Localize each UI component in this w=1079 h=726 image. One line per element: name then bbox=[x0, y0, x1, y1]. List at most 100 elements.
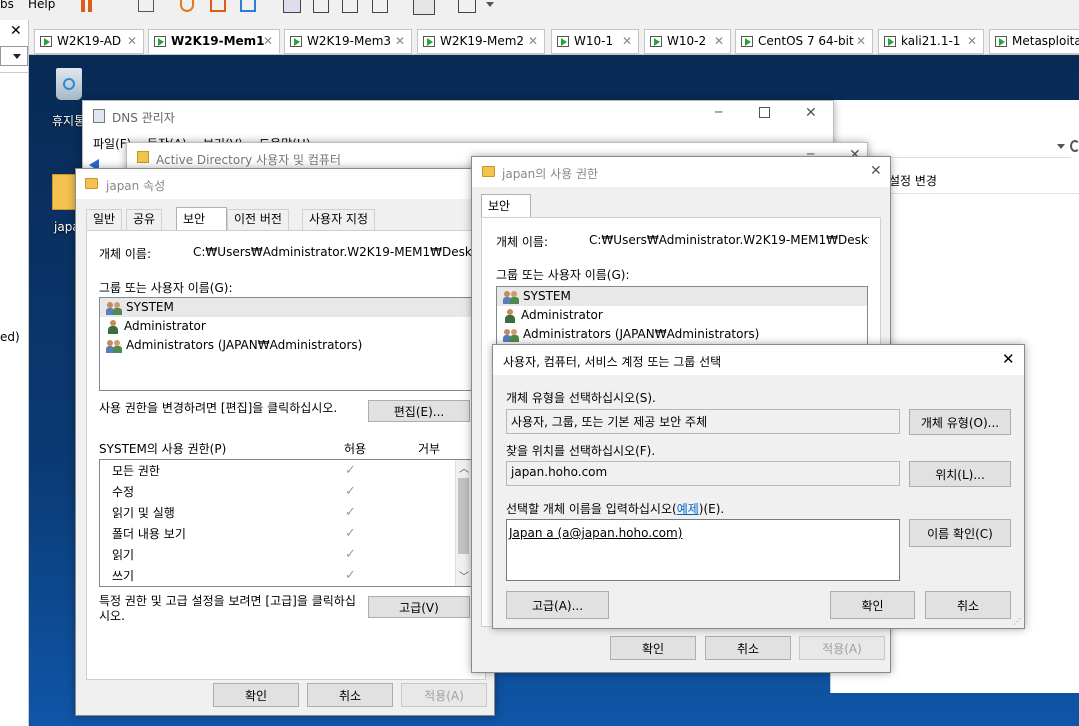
list-item[interactable]: Administrator bbox=[100, 317, 471, 336]
chevron-down-icon[interactable]: ﹀ bbox=[459, 568, 469, 583]
menu-help[interactable]: Help bbox=[28, 0, 55, 11]
list-item[interactable]: Administrators (JAPAN₩Administrators) bbox=[497, 325, 867, 344]
change-settings-link[interactable]: 설정 변경 bbox=[889, 172, 937, 189]
list-item[interactable]: Administrator bbox=[497, 306, 867, 325]
minimize-icon[interactable]: ─ bbox=[715, 105, 722, 119]
recycle-bin-icon[interactable] bbox=[52, 64, 86, 104]
view-full-icon[interactable] bbox=[283, 0, 301, 13]
principal-list[interactable]: SYSTEM Administrator Administrators (JAP… bbox=[99, 297, 472, 391]
vm-tab-w2k19-ad[interactable]: W2K19-AD ✕ bbox=[34, 29, 144, 54]
close-icon[interactable]: ✕ bbox=[10, 23, 22, 39]
cancel-button[interactable]: 취소 bbox=[307, 683, 393, 707]
object-names-input[interactable]: Japan a (a@japan.hoho.com) bbox=[506, 519, 900, 581]
tab-sharing[interactable]: 공유 bbox=[126, 209, 163, 230]
view-window-icon[interactable] bbox=[313, 0, 329, 13]
advanced-button[interactable]: 고급(A)... bbox=[506, 591, 609, 619]
object-types-button[interactable]: 개체 유형(O)... bbox=[909, 409, 1011, 435]
send-keys-icon[interactable] bbox=[138, 0, 154, 12]
library-item-text[interactable]: ed) bbox=[0, 330, 20, 344]
vm-icon bbox=[423, 36, 435, 47]
folder-icon[interactable] bbox=[52, 174, 76, 210]
principal-name: Administrators (JAPAN₩Administrators) bbox=[523, 327, 760, 341]
vm-tab-w2k19-mem2[interactable]: W2K19-Mem2 ✕ bbox=[417, 29, 545, 54]
cancel-button[interactable]: 취소 bbox=[705, 636, 791, 660]
close-icon[interactable]: ✕ bbox=[967, 30, 977, 53]
resize-grip-icon[interactable]: ⋰ bbox=[1013, 617, 1021, 626]
tab-general[interactable]: 일반 bbox=[86, 209, 123, 230]
edit-button[interactable]: 편집(E)... bbox=[368, 400, 470, 422]
revert-icon[interactable] bbox=[210, 0, 226, 12]
ok-button[interactable]: 확인 bbox=[610, 636, 696, 660]
vm-tab-kali[interactable]: kali21.1-1 ✕ bbox=[878, 29, 984, 54]
vm-tab-metasploitable[interactable]: Metasploitable bbox=[989, 29, 1079, 54]
select-users-dialog: 사용자, 컴퓨터, 서비스 계정 또는 그룹 선택 ✕ 개체 유형을 선택하십시… bbox=[492, 344, 1025, 629]
list-item[interactable]: SYSTEM bbox=[100, 298, 471, 317]
list-item[interactable]: Administrators (JAPAN₩Administrators) bbox=[100, 336, 471, 355]
close-icon[interactable]: ✕ bbox=[622, 30, 632, 53]
group-list-label: 그룹 또는 사용자 이름(G): bbox=[496, 268, 630, 282]
apply-button[interactable]: 적용(A) bbox=[401, 683, 487, 707]
permission-row: 폴더 내용 보기 ✓ bbox=[100, 523, 471, 544]
console-icon[interactable] bbox=[413, 0, 435, 15]
close-icon[interactable]: ✕ bbox=[127, 30, 137, 53]
tab-security[interactable]: 보안 bbox=[176, 207, 227, 230]
scrollbar[interactable]: ︿ ﹀ bbox=[455, 460, 471, 586]
tab-customize[interactable]: 사용자 지정 bbox=[302, 209, 376, 230]
snapshot-icon[interactable] bbox=[180, 0, 194, 12]
close-icon[interactable]: ✕ bbox=[1002, 350, 1015, 368]
ok-button[interactable]: 확인 bbox=[830, 591, 915, 619]
check-names-button[interactable]: 이름 확인(C) bbox=[909, 519, 1011, 547]
location-label: 찾을 위치를 선택하십시오(F). bbox=[506, 444, 656, 458]
close-icon[interactable]: ✕ bbox=[528, 30, 538, 53]
manage-snapshot-icon[interactable] bbox=[240, 0, 256, 12]
locations-button[interactable]: 위치(L)... bbox=[909, 461, 1011, 487]
vm-tab-w10-1[interactable]: W10-1 ✕ bbox=[551, 29, 639, 54]
tab-security[interactable]: 보안 bbox=[481, 194, 531, 217]
vm-tab-label: W10-1 bbox=[574, 34, 614, 48]
scrollbar-thumb[interactable] bbox=[458, 478, 469, 554]
vm-tab-centos[interactable]: CentOS 7 64-bit ✕ bbox=[735, 29, 873, 54]
advanced-button[interactable]: 고급(V) bbox=[368, 596, 470, 618]
permission-list[interactable]: 모든 권한 ✓ 수정 ✓ 읽기 및 실행 ✓ 폴더 내용 보기 ✓ 읽기 ✓ 쓰기 ✓ ︿ … bbox=[99, 459, 472, 587]
close-icon[interactable]: ✕ bbox=[856, 30, 866, 53]
menu-bs[interactable]: bs bbox=[0, 0, 14, 11]
permission-row: 모든 권한 ✓ bbox=[100, 460, 471, 481]
chevron-down-icon[interactable] bbox=[486, 2, 494, 7]
close-icon[interactable]: ✕ bbox=[395, 30, 405, 53]
apply-button[interactable]: 적용(A) bbox=[799, 636, 885, 660]
examples-link[interactable]: 예제 bbox=[677, 502, 699, 516]
ok-button[interactable]: 확인 bbox=[213, 683, 299, 707]
chevron-down-icon[interactable] bbox=[1057, 144, 1065, 149]
ad-title: Active Directory 사용자 및 컴퓨터 bbox=[156, 153, 341, 167]
list-item[interactable]: SYSTEM bbox=[497, 287, 867, 306]
vm-tab-w10-2[interactable]: W10-2 ✕ bbox=[644, 29, 731, 54]
ad-icon bbox=[137, 151, 149, 163]
close-icon[interactable]: ✕ bbox=[263, 30, 273, 53]
location-field: japan.hoho.com bbox=[506, 461, 900, 486]
cancel-button[interactable]: 취소 bbox=[925, 591, 1011, 619]
close-icon[interactable]: ✕ bbox=[870, 163, 882, 179]
pause-icon[interactable] bbox=[80, 0, 94, 12]
vm-tab-w2k19-mem3[interactable]: W2K19-Mem3 ✕ bbox=[284, 29, 412, 54]
principal-list[interactable]: SYSTEM Administrator Administrators (JAP… bbox=[496, 286, 868, 346]
library-dropdown[interactable] bbox=[0, 46, 28, 66]
fullscreen-icon[interactable] bbox=[458, 0, 476, 13]
view-stretch-icon[interactable] bbox=[372, 0, 388, 13]
vm-tab-label: W10-2 bbox=[667, 34, 707, 48]
maximize-icon[interactable] bbox=[759, 107, 770, 118]
view-unity-icon[interactable] bbox=[342, 0, 358, 13]
host-toolbar: bs Help bbox=[0, 0, 1079, 20]
close-icon[interactable]: ✕ bbox=[714, 30, 724, 53]
chevron-up-icon[interactable]: ︿ bbox=[459, 460, 469, 475]
refresh-icon[interactable] bbox=[1070, 140, 1079, 152]
properties-titlebar: japan 속성 bbox=[76, 169, 494, 199]
vm-icon bbox=[40, 36, 52, 47]
tab-previous-versions[interactable]: 이전 버전 bbox=[227, 209, 289, 230]
resolved-name[interactable]: Japan a (a@japan.hoho.com) bbox=[509, 526, 682, 540]
object-names-label-suffix: )(E). bbox=[698, 502, 725, 516]
principal-name: Administrator bbox=[521, 308, 603, 322]
vm-tab-w2k19-mem1[interactable]: W2K19-Mem1 ✕ bbox=[148, 29, 280, 54]
permission-name: 읽기 및 실행 bbox=[112, 506, 175, 520]
principal-name: Administrator bbox=[124, 319, 206, 333]
close-icon[interactable]: ✕ bbox=[805, 105, 817, 121]
